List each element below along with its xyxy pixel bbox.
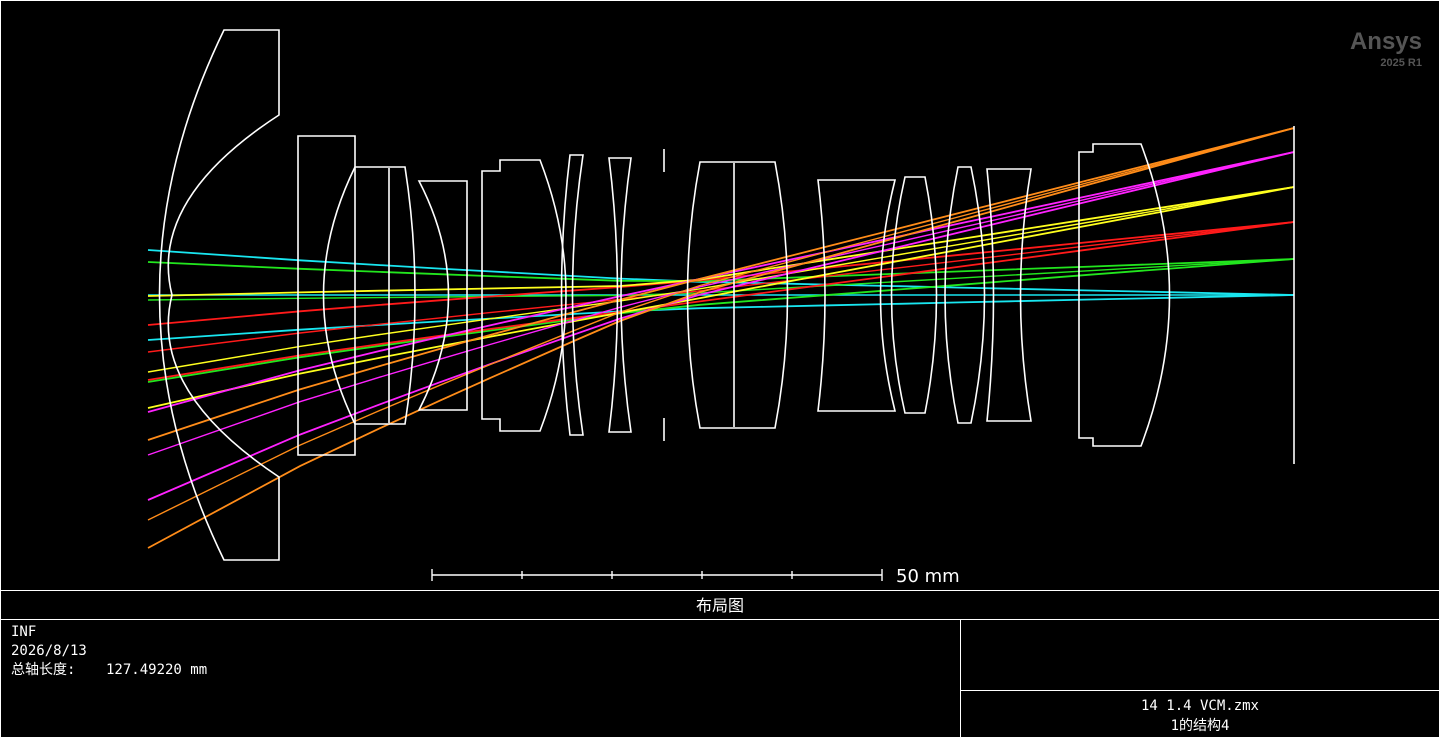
info-line-1: INF — [11, 624, 36, 640]
watermark-brand: Ansys — [1350, 28, 1422, 55]
ray-field-5-ray-3 — [147, 151, 1295, 501]
watermark-version: 2025 R1 — [1380, 57, 1422, 69]
config-label: 1的结构4 — [1171, 718, 1230, 734]
ray-field-6-ray-2 — [147, 127, 1295, 521]
info-total-length-value: 127.49220 mm — [106, 662, 207, 678]
plot-title: 布局图 — [696, 596, 744, 615]
info-total-length-label: 总轴长度: — [11, 662, 75, 678]
file-name: 14 1.4 VCM.zmx — [1141, 698, 1259, 714]
ray-traces — [147, 127, 1295, 549]
scale-bar — [431, 569, 883, 581]
lens-layout-diagram: Ansys 2025 R1 50 mm 布局图 INF 2026/8/13 总轴… — [0, 0, 1440, 738]
ray-field-3-ray-3 — [147, 221, 1295, 381]
scale-bar-label: 50 mm — [896, 566, 960, 587]
info-date: 2026/8/13 — [11, 643, 87, 659]
ray-field-1-ray-3 — [147, 294, 1295, 341]
